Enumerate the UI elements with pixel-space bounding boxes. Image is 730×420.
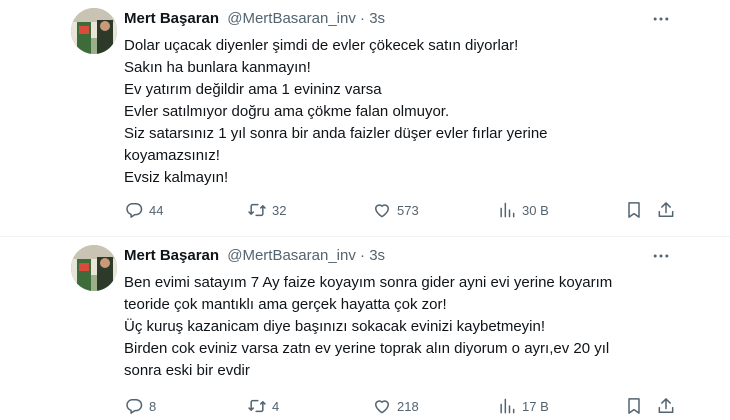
tweet-text: Ben evimi satayım 7 Ay faize koyayım son… <box>124 272 704 382</box>
retweet-button[interactable]: 32 <box>247 199 286 221</box>
reply-count: 44 <box>149 202 164 218</box>
reply-count: 8 <box>149 398 157 414</box>
retweet-button[interactable]: 4 <box>247 395 279 417</box>
reply-button[interactable]: 8 <box>124 395 156 417</box>
reply-icon <box>126 399 143 414</box>
timestamp[interactable]: 3s <box>369 247 385 264</box>
tweet-line: Siz satarsınız 1 yıl sonra bir anda faiz… <box>124 125 548 142</box>
tweet-line: teoride çok mantıklı ama gerçek hayatta … <box>124 296 447 313</box>
tweet-text: Dolar uçacak diyenler şimdi de evler çök… <box>124 35 704 189</box>
tweet[interactable]: Mert Başaran @MertBasaran_inv · 3s Ben e… <box>0 237 730 420</box>
tweet[interactable]: Mert Başaran @MertBasaran_inv · 3s Dolar… <box>0 0 730 237</box>
action-bar: 44 32 573 30 B <box>124 199 676 221</box>
tweet-line: Üç kuruş kazanicam diye başınızı sokacak… <box>124 318 546 335</box>
more-icon[interactable] <box>650 8 672 30</box>
heart-icon <box>375 204 389 218</box>
tweet-line: Ev yatırım değildir ama 1 evininz varsa <box>124 81 382 98</box>
views-button[interactable]: 17 B <box>497 395 549 417</box>
tweet-header: Mert Başaran @MertBasaran_inv · 3s <box>124 247 385 265</box>
avatar[interactable] <box>71 8 117 54</box>
author-name[interactable]: Mert Başaran <box>124 10 219 27</box>
avatar-image <box>71 245 117 291</box>
tweet-line: Evsiz kalmayın! <box>124 169 229 186</box>
bookmark-button[interactable] <box>624 395 644 417</box>
retweet-icon <box>248 203 266 217</box>
retweet-icon <box>248 399 266 413</box>
views-chart-icon <box>500 398 515 414</box>
action-bar: 8 4 218 17 B <box>124 395 676 417</box>
avatar[interactable] <box>71 245 117 291</box>
tweet-line: Birden cok eviniz varsa zatn ev yerine t… <box>124 340 610 357</box>
retweet-count: 32 <box>272 202 287 218</box>
view-count: 30 B <box>522 202 549 218</box>
avatar-image <box>71 8 117 54</box>
tweet-line: Dolar uçacak diyenler şimdi de evler çök… <box>124 37 519 54</box>
share-icon <box>658 202 674 217</box>
tweet-line: Sakın ha bunlara kanmayın! <box>124 59 311 76</box>
bookmark-icon <box>628 202 640 218</box>
like-button[interactable]: 573 <box>372 199 419 221</box>
timestamp[interactable]: 3s <box>369 10 385 27</box>
views-button[interactable]: 30 B <box>497 199 549 221</box>
heart-icon <box>375 400 389 414</box>
share-button[interactable] <box>656 199 676 221</box>
views-chart-icon <box>500 202 515 218</box>
view-count: 17 B <box>522 398 549 414</box>
like-count: 218 <box>397 398 419 414</box>
reply-icon <box>126 203 143 218</box>
tweet-line: Ben evimi satayım 7 Ay faize koyayım son… <box>124 274 613 291</box>
separator-dot: · <box>360 10 366 27</box>
tweet-header: Mert Başaran @MertBasaran_inv · 3s <box>124 10 385 28</box>
bookmark-button[interactable] <box>624 199 644 221</box>
reply-button[interactable]: 44 <box>124 199 163 221</box>
share-icon <box>658 398 674 413</box>
like-count: 573 <box>397 202 419 218</box>
retweet-count: 4 <box>272 398 280 414</box>
author-name[interactable]: Mert Başaran <box>124 247 219 264</box>
share-button[interactable] <box>656 395 676 417</box>
author-handle[interactable]: @MertBasaran_inv <box>227 10 356 27</box>
more-icon[interactable] <box>650 245 672 267</box>
bookmark-icon <box>628 398 640 414</box>
tweet-line: koyamazsınız! <box>124 147 220 164</box>
tweet-line: sonra eski bir evdir <box>124 362 250 379</box>
separator-dot: · <box>360 247 366 264</box>
tweet-line: Evler satılmıyor doğru ama çökme falan o… <box>124 103 450 120</box>
author-handle[interactable]: @MertBasaran_inv <box>227 247 356 264</box>
like-button[interactable]: 218 <box>372 395 419 417</box>
